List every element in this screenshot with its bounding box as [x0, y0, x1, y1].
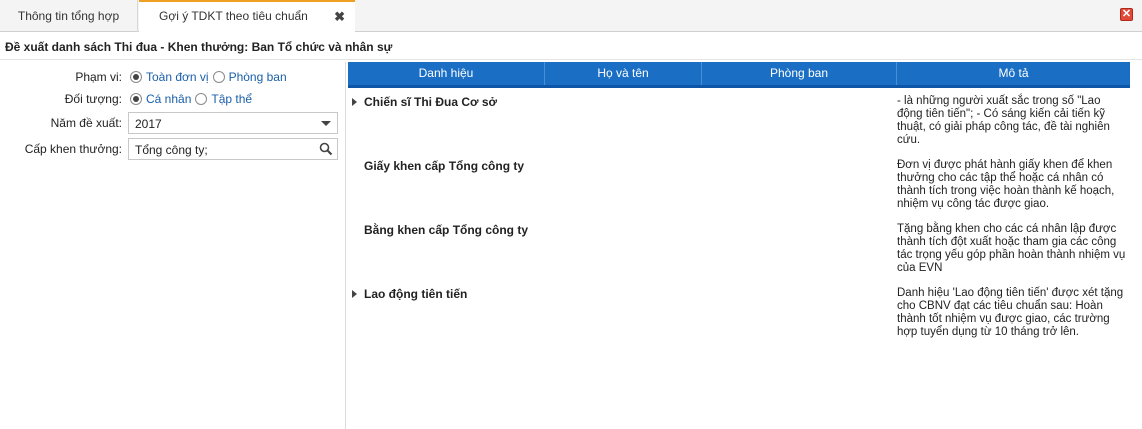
award-description: Đơn vị được phát hành giấy khen để khen … [897, 159, 1115, 210]
chevron-down-icon[interactable] [315, 113, 337, 133]
grid-row[interactable]: Giấy khen cấp Tổng công ty Đơn vị được p… [348, 156, 1130, 216]
close-window-icon[interactable]: ✕ [1120, 8, 1133, 21]
award-level-row: Cấp khen thưởng: Tổng công ty; [0, 138, 340, 160]
column-header-name[interactable]: Họ và tên [545, 62, 702, 85]
tab-award-suggestions[interactable]: Gợi ý TDKT theo tiêu chuẩn ✖ [139, 0, 355, 33]
award-description: - là những người xuất sắc trong số "Lao … [897, 95, 1110, 146]
year-label: Năm đề xuất: [50, 116, 122, 130]
scope-row: Phạm vi: Toàn đơn vị Phòng ban [0, 66, 340, 88]
page-title: Đề xuất danh sách Thi đua - Khen thưởng:… [5, 40, 393, 54]
award-title: Giấy khen cấp Tổng công ty [364, 159, 525, 173]
year-select[interactable]: 2017 [128, 112, 338, 134]
column-header-title[interactable]: Danh hiệu [348, 62, 545, 85]
award-title: Bằng khen cấp Tổng công ty [364, 223, 529, 237]
award-grid: Danh hiệu Họ và tên Phòng ban Mô tả Chiế… [348, 62, 1130, 338]
search-icon[interactable] [315, 139, 337, 159]
scope-department-label[interactable]: Phòng ban [229, 70, 287, 84]
divider [0, 59, 1142, 60]
target-collective-label[interactable]: Tập thể [211, 92, 252, 106]
target-label: Đối tượng: [64, 92, 122, 106]
target-individual-radio[interactable] [130, 93, 142, 105]
target-radio-group: Cá nhân Tập thể [130, 90, 254, 108]
expand-row-icon[interactable] [352, 98, 357, 106]
scope-whole-unit-label[interactable]: Toàn đơn vị [146, 70, 209, 84]
award-title: Chiến sĩ Thi Đua Cơ sở [364, 95, 498, 109]
filter-form: Phạm vi: Toàn đơn vị Phòng ban Đối tượng… [0, 62, 346, 429]
close-tab-icon[interactable]: ✖ [334, 2, 345, 31]
award-level-value: Tổng công ty; [135, 143, 208, 157]
award-level-label: Cấp khen thưởng: [24, 142, 122, 156]
column-header-description[interactable]: Mô tả [897, 62, 1130, 85]
target-collective-radio[interactable] [195, 93, 208, 105]
column-header-department[interactable]: Phòng ban [702, 62, 897, 85]
scope-radio-group: Toàn đơn vị Phòng ban [130, 68, 289, 86]
scope-department-radio[interactable] [212, 71, 225, 83]
grid-row[interactable]: Chiến sĩ Thi Đua Cơ sở - là những người … [348, 92, 1130, 152]
tab-summary[interactable]: Thông tin tổng hợp [0, 0, 138, 32]
target-row: Đối tượng: Cá nhân Tập thể [0, 88, 340, 110]
grid-row[interactable]: Bằng khen cấp Tổng công ty Tặng bằng khe… [348, 220, 1130, 280]
award-description: Tặng bằng khen cho các cá nhân lập được … [897, 223, 1126, 274]
target-individual-label[interactable]: Cá nhân [146, 92, 191, 106]
grid-row[interactable]: Lao động tiên tiến Danh hiệu 'Lao động t… [348, 284, 1130, 344]
grid-header: Danh hiệu Họ và tên Phòng ban Mô tả [348, 62, 1130, 88]
award-level-input[interactable]: Tổng công ty; [128, 138, 338, 160]
scope-whole-unit-radio[interactable] [130, 71, 142, 83]
year-row: Năm đề xuất: 2017 [0, 112, 340, 134]
award-description: Danh hiệu 'Lao động tiên tiến' được xét … [897, 287, 1124, 338]
tab-bar: Thông tin tổng hợp Gợi ý TDKT theo tiêu … [0, 0, 1142, 33]
award-title: Lao động tiên tiến [364, 287, 468, 301]
expand-row-icon[interactable] [352, 290, 357, 298]
scope-label: Phạm vi: [75, 70, 122, 84]
tab-award-suggestions-label: Gợi ý TDKT theo tiêu chuẩn [159, 9, 308, 23]
year-value: 2017 [135, 117, 162, 131]
